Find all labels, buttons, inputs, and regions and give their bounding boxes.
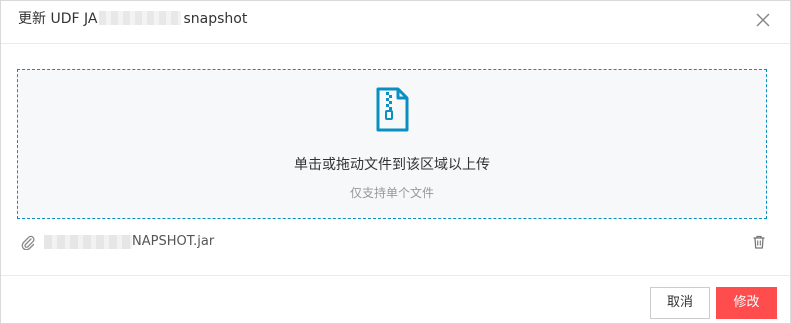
submit-button[interactable]: 修改 (716, 287, 777, 319)
dialog-footer: 取消 修改 (1, 275, 790, 324)
redacted-file-name-segment (44, 235, 132, 249)
redacted-title-segment (99, 11, 182, 25)
close-icon (756, 13, 770, 27)
paperclip-icon (21, 235, 35, 250)
uploaded-file-item: NAPSHOT.jar (17, 231, 772, 253)
dialog-title: 更新 UDF JA snapshot (18, 9, 247, 29)
dialog-title-prefix: 更新 UDF JA (18, 11, 98, 27)
dropzone-main-text: 单击或拖动文件到该区域以上传 (294, 157, 490, 173)
dialog-title-suffix: snapshot (183, 11, 248, 27)
cancel-button[interactable]: 取消 (650, 287, 710, 319)
delete-file-button[interactable] (751, 234, 767, 250)
upload-dropzone[interactable]: 单击或拖动文件到该区域以上传 仅支持单个文件 (17, 69, 767, 219)
close-button[interactable] (754, 11, 772, 29)
file-name: NAPSHOT.jar (132, 234, 215, 249)
zip-file-icon (376, 87, 409, 132)
trash-icon (753, 235, 765, 249)
update-udf-dialog: 更新 UDF JA snapshot 单击或拖动文件到该区域以上传 仅支持单个文件… (0, 0, 791, 324)
dialog-header: 更新 UDF JA snapshot (1, 1, 790, 44)
dropzone-hint-text: 仅支持单个文件 (349, 186, 434, 200)
